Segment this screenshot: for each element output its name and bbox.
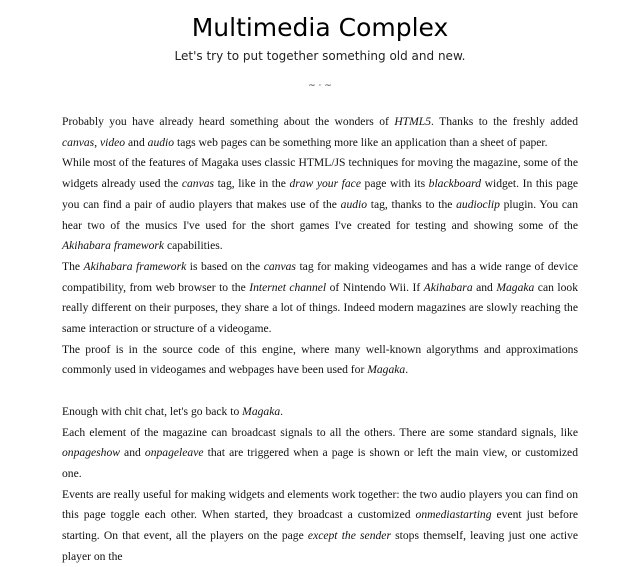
emphasized-text: onpageshow	[62, 446, 120, 460]
paragraph-text: . Thanks to the freshly added	[431, 115, 578, 128]
emphasized-text: except the sender	[307, 529, 391, 543]
paragraph-text: .	[405, 363, 409, 377]
emphasized-text: Magaka	[367, 363, 406, 377]
paragraph-text: is based on the	[186, 259, 264, 273]
emphasized-text: audio	[340, 197, 368, 211]
paragraph-text: tag, like in the	[214, 177, 290, 191]
article-paragraph: The proof is in the source code of this …	[62, 340, 578, 381]
paragraph-text: Each element of the magazine can broadca…	[62, 425, 578, 439]
paragraph-text: Probably you have already heard somethin…	[62, 115, 395, 128]
paragraph-text: tags web pages can be something more lik…	[174, 135, 548, 149]
paragraph-text: The	[62, 259, 84, 273]
emphasized-text: Akihabara framework	[83, 259, 187, 273]
emphasized-text: canvas	[263, 259, 296, 273]
emphasized-text: canvas	[62, 135, 95, 149]
article-paragraph: The Akihabara framework is based on the …	[62, 257, 578, 340]
emphasized-text: video	[100, 135, 126, 149]
section-divider: ~ · ~	[308, 81, 332, 91]
article-paragraph: Enough with chit chat, let's go back to …	[62, 402, 578, 423]
emphasized-text: audioclip	[456, 197, 500, 211]
paragraph-text: page with its	[360, 177, 429, 191]
emphasized-text: Magaka	[242, 404, 281, 418]
article-body: Probably you have already heard somethin…	[62, 112, 578, 567]
paragraph-text: and	[119, 446, 145, 460]
emphasized-text: draw your face	[289, 177, 361, 191]
article-paragraph: Probably you have already heard somethin…	[62, 112, 578, 153]
emphasized-text: HTML5	[394, 115, 432, 128]
article-paragraph: While most of the features of Magaka use…	[62, 153, 578, 257]
emphasized-text: audio	[147, 135, 175, 149]
paragraph-text: and	[125, 135, 148, 149]
emphasized-text: onmediastarting	[415, 508, 492, 522]
emphasized-text: Akihabara	[423, 280, 473, 294]
paragraph-text: capabilities.	[164, 239, 223, 253]
emphasized-text: canvas	[181, 177, 215, 191]
paragraph-text: of Nintendo Wii. If	[326, 280, 424, 294]
paragraph-text: The proof is in the source code of this …	[62, 342, 578, 377]
article-paragraph: Each element of the magazine can broadca…	[62, 423, 578, 485]
page-subtitle: Let's try to put together something old …	[174, 49, 466, 63]
paragraph-text: .	[280, 404, 284, 418]
emphasized-text: Akihabara framework	[62, 239, 165, 253]
emphasized-text: Internet channel	[249, 280, 327, 294]
paragraph-text: Enough with chit chat, let's go back to	[62, 404, 243, 418]
article-paragraph: Events are really useful for making widg…	[62, 485, 578, 567]
emphasized-text: blackboard	[428, 177, 482, 191]
emphasized-text: onpageleave	[144, 446, 204, 460]
paragraph-text: tag, thanks to the	[367, 197, 457, 211]
paragraph-text: and	[472, 280, 497, 294]
emphasized-text: Magaka	[496, 280, 535, 294]
page-title: Multimedia Complex	[191, 13, 449, 42]
